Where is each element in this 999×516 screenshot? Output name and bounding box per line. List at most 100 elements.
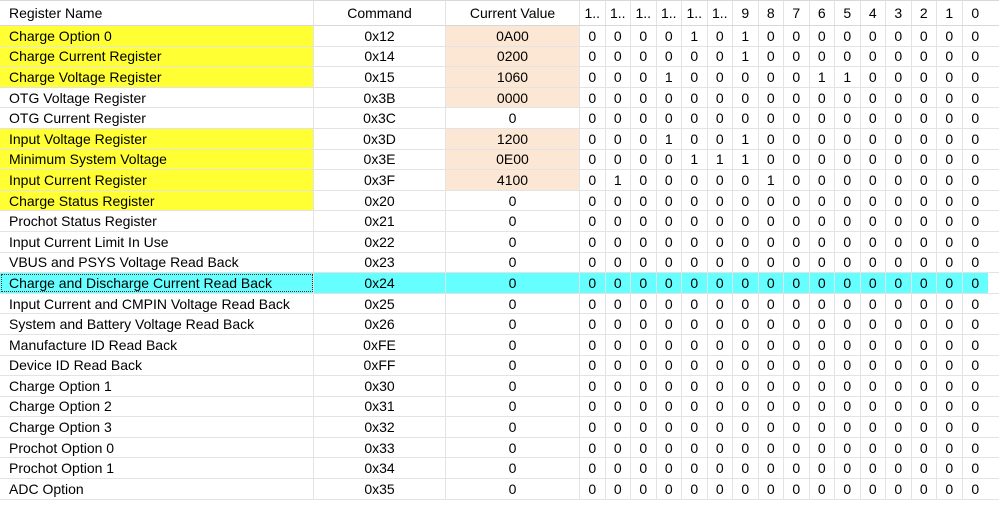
bit-cell[interactable]: 0 (937, 170, 963, 190)
bit-cell[interactable]: 0 (912, 252, 937, 273)
bit-cell[interactable]: 0 (759, 314, 784, 334)
bit-cell[interactable]: 0 (631, 396, 657, 417)
bit-cell[interactable]: 0 (784, 170, 810, 190)
current-value-cell[interactable]: 0A00 (446, 26, 580, 46)
bit-cell[interactable]: 0 (606, 293, 631, 314)
header-bit[interactable]: 1.. (631, 1, 657, 25)
bit-cell[interactable]: 0 (912, 396, 937, 417)
bit-cell[interactable]: 0 (784, 149, 810, 170)
bit-cell[interactable]: 0 (733, 170, 759, 190)
bit-cell[interactable]: 0 (657, 149, 682, 170)
bit-cell[interactable]: 0 (886, 108, 912, 128)
bit-cell[interactable]: 0 (759, 396, 784, 417)
bit-cell[interactable]: 0 (886, 190, 912, 211)
bit-cell[interactable]: 0 (963, 356, 989, 376)
bit-cell[interactable]: 0 (733, 108, 759, 128)
bit-cell[interactable]: 0 (657, 479, 682, 499)
bit-cell[interactable]: 0 (682, 417, 708, 437)
header-bit[interactable]: 1.. (682, 1, 708, 25)
bit-cell[interactable]: 0 (861, 314, 886, 334)
bit-cell[interactable]: 0 (580, 170, 606, 190)
bit-cell[interactable]: 0 (733, 190, 759, 211)
bit-cell[interactable]: 0 (784, 252, 810, 273)
bit-cell[interactable]: 0 (631, 479, 657, 499)
bit-cell[interactable]: 0 (759, 190, 784, 211)
bit-cell[interactable]: 0 (810, 334, 835, 355)
bit-cell[interactable]: 0 (784, 396, 810, 417)
bit-cell[interactable]: 0 (937, 458, 963, 479)
bit-cell[interactable]: 0 (937, 211, 963, 231)
bit-cell[interactable]: 0 (835, 149, 861, 170)
bit-cell[interactable]: 0 (682, 314, 708, 334)
bit-cell[interactable]: 0 (784, 437, 810, 458)
bit-cell[interactable]: 0 (733, 273, 759, 293)
table-row[interactable]: ADC Option 0x35 0 0 0 0 0 0 0 0 0 0 0 0 0 0 0 0 0 (0, 479, 999, 500)
command-cell[interactable]: 0x21 (314, 211, 446, 231)
bit-cell[interactable]: 0 (886, 231, 912, 252)
bit-cell[interactable]: 0 (835, 396, 861, 417)
table-row[interactable]: Charge Option 0 0x12 0A00 0 0 0 0 1 0 1 0 0 0 0 0 0 0 0 0 (0, 26, 999, 47)
bit-cell[interactable]: 0 (759, 108, 784, 128)
bit-cell[interactable]: 1 (708, 149, 733, 170)
bit-cell[interactable]: 0 (886, 479, 912, 499)
bit-cell[interactable]: 1 (606, 170, 631, 190)
bit-cell[interactable]: 0 (963, 397, 989, 417)
bit-cell[interactable]: 0 (759, 334, 784, 355)
bit-cell[interactable]: 0 (606, 355, 631, 376)
table-row[interactable]: Charge Option 2 0x31 0 0 0 0 0 0 0 0 0 0 0 0 0 0 0 0 0 (0, 396, 999, 418)
bit-cell[interactable]: 0 (759, 355, 784, 376)
header-bit[interactable]: 5 (835, 1, 861, 25)
bit-cell[interactable]: 0 (657, 252, 682, 273)
bit-cell[interactable]: 0 (580, 87, 606, 108)
bit-cell[interactable]: 0 (835, 26, 861, 46)
bit-cell[interactable]: 1 (733, 149, 759, 170)
bit-cell[interactable]: 0 (963, 150, 989, 170)
current-value-cell[interactable]: 0200 (446, 46, 580, 67)
bit-cell[interactable]: 0 (810, 355, 835, 376)
bit-cell[interactable]: 0 (759, 437, 784, 458)
bit-cell[interactable]: 0 (657, 87, 682, 108)
register-name-cell[interactable]: Charge Option 3 (0, 417, 314, 437)
command-cell[interactable]: 0xFE (314, 334, 446, 355)
bit-cell[interactable]: 0 (606, 231, 631, 252)
bit-cell[interactable]: 0 (861, 293, 886, 314)
bit-cell[interactable]: 0 (861, 458, 886, 479)
bit-cell[interactable]: 0 (682, 355, 708, 376)
bit-cell[interactable]: 0 (708, 252, 733, 273)
bit-cell[interactable]: 0 (810, 211, 835, 231)
bit-cell[interactable]: 0 (580, 190, 606, 211)
bit-cell[interactable]: 0 (962, 273, 988, 293)
bit-cell[interactable]: 0 (580, 211, 606, 231)
bit-cell[interactable]: 1 (733, 46, 759, 67)
bit-cell[interactable]: 0 (580, 273, 606, 293)
bit-cell[interactable]: 0 (759, 46, 784, 67)
bit-cell[interactable]: 0 (759, 128, 784, 149)
command-cell[interactable]: 0x32 (314, 417, 446, 437)
bit-cell[interactable]: 0 (682, 46, 708, 67)
register-name-cell[interactable]: Input Current and CMPIN Voltage Read Bac… (0, 293, 314, 314)
bit-cell[interactable]: 0 (861, 108, 886, 128)
header-bit[interactable]: 7 (784, 1, 810, 25)
table-row[interactable]: Prochot Status Register 0x21 0 0 0 0 0 0 0 0 0 0 0 0 0… (0, 211, 999, 232)
bit-cell[interactable]: 0 (580, 458, 606, 479)
bit-cell[interactable]: 0 (657, 293, 682, 314)
bit-cell[interactable]: 0 (963, 417, 989, 437)
bit-cell[interactable]: 0 (631, 46, 657, 67)
bit-cell[interactable]: 0 (963, 108, 989, 128)
bit-cell[interactable]: 0 (784, 334, 810, 355)
bit-cell[interactable]: 0 (580, 67, 606, 87)
bit-cell[interactable]: 0 (682, 128, 708, 149)
bit-cell[interactable]: 0 (963, 314, 989, 334)
bit-cell[interactable]: 0 (912, 190, 937, 211)
bit-cell[interactable]: 0 (708, 26, 733, 46)
command-cell[interactable]: 0x22 (314, 231, 446, 252)
bit-cell[interactable]: 0 (631, 314, 657, 334)
bit-cell[interactable]: 0 (835, 479, 861, 499)
command-cell[interactable]: 0x33 (314, 437, 446, 458)
bit-cell[interactable]: 0 (963, 479, 989, 499)
bit-cell[interactable]: 0 (784, 417, 810, 437)
command-cell[interactable]: 0x3E (314, 149, 446, 170)
bit-cell[interactable]: 0 (708, 170, 733, 190)
bit-cell[interactable]: 0 (886, 396, 912, 417)
bit-cell[interactable]: 0 (835, 417, 861, 437)
